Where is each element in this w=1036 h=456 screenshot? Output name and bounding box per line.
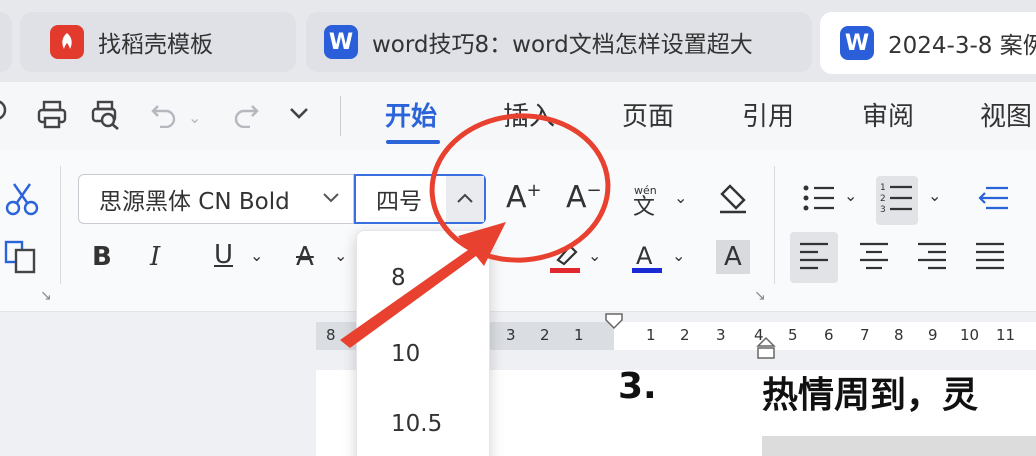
ruler-tick: 8 <box>894 326 904 344</box>
ruler-tick: 1 <box>646 326 656 344</box>
ruler-tick: 2 <box>540 326 550 344</box>
word-doc-icon: W <box>324 25 358 59</box>
tab-view[interactable]: 视图 <box>980 96 1032 133</box>
tab-references[interactable]: 引用 <box>742 96 794 133</box>
group-divider <box>60 166 61 284</box>
svg-text:文: 文 <box>633 195 655 216</box>
chevron-down-icon[interactable]: ⌄ <box>844 188 857 204</box>
align-right-icon[interactable] <box>916 240 948 275</box>
tab-page[interactable]: 页面 <box>622 96 674 133</box>
italic-icon[interactable]: I <box>150 244 160 270</box>
ruler-tick: 2 <box>680 326 690 344</box>
heading-number: 3. <box>618 366 657 407</box>
clipboard-launcher-icon[interactable]: ↘ <box>40 288 52 304</box>
ruler-tick: 11 <box>996 326 1016 344</box>
tab-partial[interactable] <box>0 12 12 72</box>
more-dropdown-icon[interactable] <box>288 100 310 133</box>
chevron-down-icon[interactable]: ⌄ <box>928 188 941 204</box>
align-center-icon[interactable] <box>858 240 890 275</box>
tab-insert[interactable]: 插入 <box>503 96 555 133</box>
tab-label: 2024-3-8 案例 <box>888 33 1036 59</box>
heading-text: 热情周到，灵 <box>762 375 979 416</box>
phonetic-guide-icon[interactable]: wén 文 <box>630 182 664 221</box>
chevron-down-icon[interactable]: ⌄ <box>672 248 685 264</box>
align-left-icon[interactable] <box>790 232 838 283</box>
cut-icon[interactable] <box>4 182 40 221</box>
svg-text:1: 1 <box>880 183 886 193</box>
tab-bar: 找稻壳模板 W word技巧8：word文档怎样设置超大 W 2024-3-8 … <box>0 0 1036 82</box>
font-size-option[interactable]: 10.5 <box>391 411 442 437</box>
app-window: 找稻壳模板 W word技巧8：word文档怎样设置超大 W 2024-3-8 … <box>0 0 1036 456</box>
font-name-value: 思源黑体 CN Bold <box>99 189 290 215</box>
font-name-select[interactable]: 思源黑体 CN Bold <box>78 174 354 224</box>
ruler-tick: 8 <box>326 326 336 344</box>
ruler-tick: 7 <box>860 326 870 344</box>
svg-text:A: A <box>636 242 653 270</box>
highlight-icon[interactable] <box>548 240 584 279</box>
chevron-down-icon[interactable]: ⌄ <box>250 248 263 264</box>
font-color-icon[interactable]: A <box>630 240 666 279</box>
tab-daoke-templates[interactable]: 找稻壳模板 <box>20 12 296 72</box>
copy-format-icon[interactable] <box>4 240 40 279</box>
tab-label: word技巧8：word文档怎样设置超大 <box>372 32 753 58</box>
justify-icon[interactable] <box>974 240 1006 275</box>
ruler-tick: 5 <box>788 326 798 344</box>
tab-current-document[interactable]: W 2024-3-8 案例 <box>820 12 1036 74</box>
daoke-logo-icon <box>50 25 84 59</box>
tab-label: 找稻壳模板 <box>98 32 213 58</box>
svg-text:2: 2 <box>880 194 886 204</box>
chevron-down-icon[interactable]: ⌄ <box>588 248 601 264</box>
ruler-tick: 3 <box>716 326 726 344</box>
svg-text:3: 3 <box>880 205 886 215</box>
font-size-option[interactable]: 8 <box>391 265 406 291</box>
ruler-tick: 9 <box>928 326 938 344</box>
chevron-down-icon[interactable]: ⌄ <box>674 190 687 206</box>
strikethrough-icon[interactable]: A <box>296 244 314 270</box>
character-shading-icon[interactable]: A <box>716 240 750 274</box>
tab-home[interactable]: 开始 <box>385 96 437 133</box>
numbered-list-icon[interactable]: 123 <box>876 176 918 225</box>
first-line-indent-marker[interactable] <box>604 312 624 336</box>
ruler-tick: 1 <box>574 326 584 344</box>
toolbar-divider <box>340 96 341 136</box>
decrease-font-size-icon[interactable]: A− <box>566 182 602 213</box>
tab-word-tips[interactable]: W word技巧8：word文档怎样设置超大 <box>306 12 812 72</box>
chevron-up-icon[interactable] <box>446 176 484 222</box>
tab-review[interactable]: 审阅 <box>862 96 914 133</box>
redo-icon[interactable] <box>230 100 260 135</box>
ruler-tick: 6 <box>824 326 834 344</box>
word-doc-icon: W <box>840 26 874 60</box>
ruler-tick: 3 <box>506 326 516 344</box>
font-launcher-icon[interactable]: ↘ <box>754 288 766 304</box>
undo-dropdown-icon[interactable]: ⌄ <box>188 108 201 127</box>
active-tab-indicator <box>386 140 440 144</box>
search-icon[interactable] <box>0 100 14 133</box>
bold-icon[interactable]: B <box>92 244 112 270</box>
font-size-option[interactable]: 10 <box>391 341 420 367</box>
chevron-down-icon[interactable] <box>321 187 341 212</box>
font-size-dropdown: 8 10 10.5 <box>356 230 490 456</box>
clear-format-icon[interactable] <box>716 182 750 221</box>
font-size-select[interactable]: 四号 <box>354 174 486 224</box>
decrease-indent-icon[interactable] <box>976 182 1010 219</box>
ruler-tick: 10 <box>960 326 980 344</box>
print-preview-icon[interactable] <box>90 100 122 137</box>
bullet-list-icon[interactable] <box>802 182 836 219</box>
document-shaded-block <box>762 436 1036 456</box>
underline-icon[interactable]: U <box>214 242 233 268</box>
font-size-value: 四号 <box>376 189 422 215</box>
menu-bar: ⌄ 开始 插入 页面 引用 审阅 视图 <box>0 82 1036 150</box>
print-icon[interactable] <box>36 100 68 137</box>
chevron-down-icon[interactable]: ⌄ <box>334 248 347 264</box>
horizontal-ruler[interactable]: 8 3 2 1 1 2 3 4 5 6 7 8 9 10 11 <box>0 312 1036 360</box>
increase-font-size-icon[interactable]: A+ <box>506 182 542 213</box>
group-divider <box>774 166 775 284</box>
undo-icon[interactable] <box>150 100 180 135</box>
